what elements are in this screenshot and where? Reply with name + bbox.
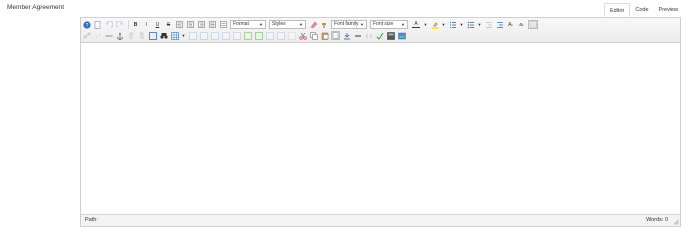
align-left-icon[interactable] bbox=[175, 20, 184, 29]
chevron-down-icon[interactable]: ▼ bbox=[459, 20, 464, 29]
clear-formatting-icon[interactable] bbox=[309, 20, 318, 29]
insert-table-icon[interactable] bbox=[170, 31, 179, 40]
font-size-select-label: Font size bbox=[373, 21, 394, 27]
non-breaking-space-icon[interactable] bbox=[353, 31, 362, 40]
rich-text-editor: ? B I U S Format ▼ Styles ▼ Font family ▼ F… bbox=[80, 17, 681, 227]
table-cell-props-icon[interactable] bbox=[243, 31, 252, 40]
highlight-color-icon[interactable] bbox=[430, 20, 439, 29]
undo-icon[interactable] bbox=[104, 20, 113, 29]
chevron-down-icon: ▼ bbox=[299, 22, 303, 27]
text-color-swatch bbox=[412, 26, 420, 29]
table-row-props-icon[interactable] bbox=[254, 31, 263, 40]
chevron-down-icon[interactable]: ▼ bbox=[423, 20, 428, 29]
tab-editor[interactable]: Editor bbox=[604, 3, 631, 17]
help-icon[interactable]: ? bbox=[82, 20, 91, 29]
field-label: Member Agreement bbox=[7, 4, 65, 11]
table-split-icon[interactable] bbox=[276, 31, 285, 40]
align-center-icon[interactable] bbox=[186, 20, 195, 29]
bold-button[interactable]: B bbox=[131, 20, 140, 29]
format-select-label: Format bbox=[233, 21, 249, 27]
strikethrough-button[interactable]: S bbox=[164, 20, 173, 29]
fullscreen-icon[interactable] bbox=[148, 31, 157, 40]
underline-button[interactable]: U bbox=[153, 20, 162, 29]
word-count: Words: 0 bbox=[646, 217, 668, 223]
subscript-mark: x bbox=[522, 22, 524, 27]
editor-content-area[interactable] bbox=[81, 43, 680, 216]
media-icon[interactable] bbox=[397, 31, 406, 40]
bullet-list-icon[interactable] bbox=[466, 20, 475, 29]
code-sample-icon[interactable] bbox=[364, 31, 373, 40]
align-right-icon[interactable] bbox=[197, 20, 206, 29]
styles-select-label: Styles bbox=[272, 21, 286, 27]
font-family-select-label: Font family bbox=[334, 21, 359, 27]
align-justify-icon[interactable] bbox=[208, 20, 217, 29]
toolbar-row-2: ▼ bbox=[82, 30, 408, 41]
table-row-before-icon[interactable] bbox=[188, 31, 197, 40]
chevron-down-icon: ▼ bbox=[401, 22, 405, 27]
paragraph-format-icon[interactable] bbox=[219, 20, 228, 29]
table-delete-row-icon[interactable] bbox=[210, 31, 219, 40]
outdent-icon[interactable] bbox=[484, 20, 493, 29]
rtl-icon[interactable] bbox=[137, 31, 146, 40]
font-size-select[interactable]: Font size ▼ bbox=[370, 20, 408, 29]
table-merge-icon[interactable] bbox=[265, 31, 274, 40]
table-col-after-icon[interactable] bbox=[232, 31, 241, 40]
find-binoculars-icon[interactable] bbox=[159, 31, 168, 40]
template-icon[interactable] bbox=[386, 31, 395, 40]
indent-icon[interactable] bbox=[495, 20, 504, 29]
tab-preview[interactable]: Preview bbox=[654, 3, 684, 17]
chevron-down-icon: ▼ bbox=[259, 22, 263, 27]
tab-code[interactable]: Code bbox=[630, 3, 653, 17]
table-delete-col-icon[interactable] bbox=[287, 31, 296, 40]
styles-select[interactable]: Styles ▼ bbox=[269, 20, 306, 29]
path-label: Path: bbox=[85, 217, 98, 223]
toolbar-row-1: ? B I U S Format ▼ Styles ▼ Font family ▼ F… bbox=[82, 19, 540, 30]
anchor-icon[interactable] bbox=[115, 31, 124, 40]
format-select[interactable]: Format ▼ bbox=[230, 20, 266, 29]
italic-button[interactable]: I bbox=[142, 20, 151, 29]
superscript-button[interactable]: Ax bbox=[506, 20, 515, 29]
format-painter-icon[interactable] bbox=[320, 20, 329, 29]
cut-icon[interactable] bbox=[298, 31, 307, 40]
superscript-mark: x bbox=[511, 22, 513, 27]
horizontal-rule-icon[interactable] bbox=[104, 31, 113, 40]
paste-text-icon[interactable] bbox=[331, 31, 340, 40]
text-color-button[interactable]: A bbox=[411, 20, 421, 29]
copy-icon[interactable] bbox=[309, 31, 318, 40]
unlink-icon[interactable] bbox=[93, 31, 102, 40]
show-blocks-icon[interactable] bbox=[528, 20, 538, 29]
insert-image-icon[interactable] bbox=[342, 31, 351, 40]
ltr-icon[interactable] bbox=[126, 31, 135, 40]
chevron-down-icon[interactable]: ▼ bbox=[181, 31, 186, 40]
chevron-down-icon[interactable]: ▼ bbox=[477, 20, 482, 29]
editor-statusbar: Path: Words: 0 bbox=[81, 214, 680, 226]
new-document-icon[interactable] bbox=[93, 20, 102, 29]
table-col-before-icon[interactable] bbox=[221, 31, 230, 40]
subscript-button[interactable]: ax bbox=[517, 20, 526, 29]
table-row-after-icon[interactable] bbox=[199, 31, 208, 40]
resize-handle-icon[interactable] bbox=[673, 219, 679, 225]
paste-icon[interactable] bbox=[320, 31, 329, 40]
link-icon[interactable] bbox=[82, 31, 91, 40]
redo-icon[interactable] bbox=[115, 20, 124, 29]
chevron-down-icon[interactable]: ▼ bbox=[441, 20, 446, 29]
toolbar-separator bbox=[128, 20, 129, 29]
chevron-down-icon: ▼ bbox=[360, 22, 364, 27]
svg-text:?: ? bbox=[85, 23, 88, 29]
editor-toolbar: ? B I U S Format ▼ Styles ▼ Font family ▼ F… bbox=[81, 18, 680, 43]
editor-mode-tabs: Editor Code Preview bbox=[604, 3, 684, 17]
numbered-list-icon[interactable] bbox=[448, 20, 457, 29]
font-family-select[interactable]: Font family ▼ bbox=[331, 20, 367, 29]
spellcheck-icon[interactable] bbox=[375, 31, 384, 40]
